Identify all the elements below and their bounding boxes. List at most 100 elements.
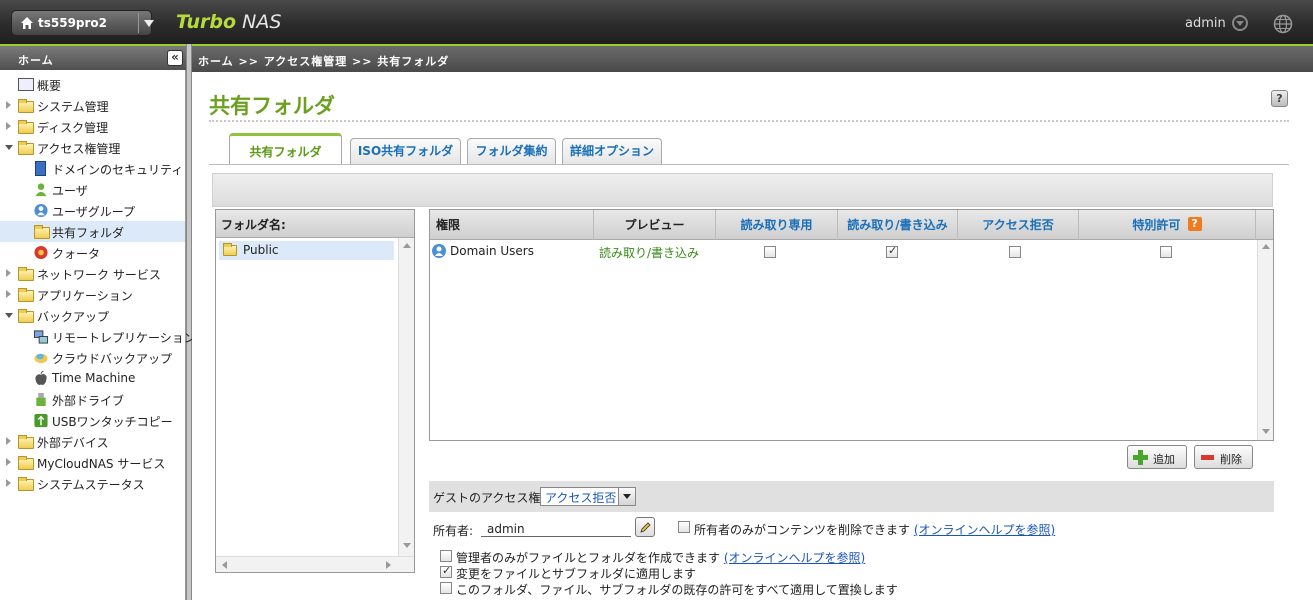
online-help-link[interactable]: (オンラインヘルプを参照)	[914, 523, 1055, 537]
deny-checkbox[interactable]	[1009, 246, 1021, 258]
pencil-icon	[640, 522, 651, 533]
replace-permissions-checkbox[interactable]	[440, 582, 452, 594]
folder-item[interactable]: Public	[219, 241, 394, 260]
expand-icon[interactable]	[6, 269, 11, 277]
main-panel: ホーム >> アクセス権管理 >> 共有フォルダ 共有フォルダ ? 共有フォルダ…	[192, 44, 1313, 600]
sidebar-item-domain-security[interactable]: ドメインのセキュリティ	[0, 158, 185, 179]
sidebar-item-user-groups[interactable]: ユーザグループ	[0, 200, 185, 221]
admin-only-create-checkbox[interactable]	[440, 550, 452, 562]
column-header-read-only[interactable]: 読み取り専用	[716, 210, 838, 240]
scroll-up-icon[interactable]	[1262, 244, 1270, 249]
replication-icon	[33, 330, 49, 344]
user-menu-icon[interactable]	[1232, 15, 1248, 31]
scroll-down-icon[interactable]	[403, 543, 411, 548]
sidebar-item-shared-folders[interactable]: 共有フォルダ	[0, 221, 185, 242]
guest-access-label: ゲストのアクセス権:	[433, 491, 545, 505]
permission-name: Domain Users	[450, 244, 534, 258]
expand-icon[interactable]	[6, 437, 11, 445]
scroll-up-icon[interactable]	[403, 243, 411, 248]
sidebar-item-users[interactable]: ユーザ	[0, 179, 185, 200]
owner-row: 所有者: admin 所有者のみがコンテンツを削除できます (オンラインヘルプを…	[429, 512, 1274, 544]
scroll-down-icon[interactable]	[1262, 429, 1270, 434]
folder-icon	[18, 456, 34, 470]
special-help-icon[interactable]: ?	[1187, 217, 1202, 231]
minus-icon	[1201, 455, 1214, 460]
host-selector[interactable]: ts559pro2	[11, 10, 154, 36]
sidebar-item-external-drive[interactable]: 外部ドライブ	[0, 389, 185, 410]
special-permission-checkbox[interactable]	[1160, 246, 1172, 258]
delete-button[interactable]: 削除	[1194, 445, 1253, 469]
tab-folder-aggregation[interactable]: フォルダ集約	[467, 138, 556, 164]
expand-icon[interactable]	[6, 290, 11, 298]
read-only-checkbox[interactable]	[764, 246, 776, 258]
sidebar-item-time-machine[interactable]: Time Machine	[0, 368, 185, 389]
edit-owner-button[interactable]	[635, 517, 655, 537]
sidebar-nav: 概要 システム管理 ディスク管理 アクセス権管理 ドメインのセキュリティ ユーザ…	[0, 70, 196, 600]
collapse-sidebar-button[interactable]: «	[167, 50, 183, 66]
owner-label: 所有者:	[433, 524, 474, 538]
column-header-permission: 権限	[430, 210, 594, 240]
folder-list-hscrollbar[interactable]	[216, 556, 414, 572]
sidebar-item-disk-admin[interactable]: ディスク管理	[0, 116, 185, 137]
top-bar: ts559pro2 Turbo NAS admin	[0, 0, 1313, 44]
table-row[interactable]: Domain Users 読み取り/書き込み	[430, 241, 1257, 263]
guest-access-select[interactable]: アクセス拒否	[540, 487, 636, 506]
brand-logo: Turbo NAS	[176, 11, 282, 33]
permission-grid-header: 権限 プレビュー 読み取り専用 読み取り/書き込み アクセス拒否 特別許可 ?	[430, 210, 1273, 240]
folder-list-vscrollbar[interactable]	[398, 238, 414, 556]
add-button[interactable]: 追加	[1127, 445, 1187, 469]
owner-only-delete-label: 所有者のみがコンテンツを削除できます (オンラインヘルプを参照)	[694, 523, 1056, 537]
chevron-down-icon[interactable]	[618, 488, 635, 505]
sidebar-item-overview[interactable]: 概要	[0, 74, 185, 95]
sidebar-item-access-admin[interactable]: アクセス権管理	[0, 137, 185, 158]
sidebar-item-applications[interactable]: アプリケーション	[0, 284, 185, 305]
folder-icon	[18, 120, 34, 134]
collapse-icon[interactable]	[5, 145, 13, 150]
tab-advanced-options[interactable]: 詳細オプション	[562, 138, 662, 164]
permission-preview: 読み取り/書き込み	[599, 246, 700, 260]
sidebar-item-backup[interactable]: バックアップ	[0, 305, 185, 326]
chevron-down-icon[interactable]	[144, 20, 154, 27]
sidebar-item-network-services[interactable]: ネットワーク サービス	[0, 263, 185, 284]
tab-iso-shared-folders[interactable]: ISO共有フォルダ	[350, 138, 461, 164]
online-help-link[interactable]: (オンラインヘルプを参照)	[724, 551, 865, 565]
permission-grid-vscrollbar[interactable]	[1257, 240, 1273, 440]
globe-icon[interactable]	[1273, 14, 1293, 34]
sidebar-item-system-admin[interactable]: システム管理	[0, 95, 185, 116]
expand-icon[interactable]	[6, 458, 11, 466]
usb-drive-icon	[36, 392, 46, 407]
help-icon[interactable]: ?	[1271, 90, 1288, 107]
expand-icon[interactable]	[6, 122, 11, 130]
column-header-read-write[interactable]: 読み取り/書き込み	[838, 210, 958, 240]
sidebar-item-system-status[interactable]: システムステータス	[0, 473, 185, 494]
scroll-left-icon[interactable]	[222, 561, 227, 569]
collapse-icon[interactable]	[5, 313, 13, 318]
book-icon	[35, 161, 46, 176]
folder-icon	[223, 243, 237, 256]
apple-icon	[35, 371, 47, 386]
sidebar-item-remote-replication[interactable]: リモートレプリケーション	[0, 326, 196, 347]
read-write-checkbox[interactable]	[886, 244, 898, 258]
scroll-right-icon[interactable]	[386, 561, 391, 569]
apply-to-subfolders-checkbox[interactable]	[440, 564, 452, 578]
sidebar-item-cloud-backup[interactable]: クラウドバックアップ	[0, 347, 185, 368]
expand-icon[interactable]	[6, 479, 11, 487]
user-name[interactable]: admin	[1185, 16, 1226, 31]
breadcrumb: ホーム >> アクセス権管理 >> 共有フォルダ	[192, 44, 1313, 72]
overview-icon	[18, 78, 34, 91]
owner-only-delete-checkbox[interactable]	[678, 521, 690, 533]
folder-open-icon	[18, 141, 34, 155]
column-header-special[interactable]: 特別許可 ?	[1079, 210, 1256, 240]
sidebar-item-mycloudnas[interactable]: MyCloudNAS サービス	[0, 452, 185, 473]
sidebar-title: ホーム	[18, 54, 54, 67]
guest-access-row: ゲストのアクセス権: アクセス拒否	[429, 481, 1274, 512]
sidebar-item-quota[interactable]: クォータ	[0, 242, 185, 263]
shared-folder-icon	[34, 225, 50, 239]
tab-shared-folders[interactable]: 共有フォルダ	[229, 133, 342, 165]
host-name: ts559pro2	[38, 16, 108, 30]
expand-icon[interactable]	[6, 101, 11, 109]
sidebar-item-usb-one-touch-copy[interactable]: USBワンタッチコピー	[0, 410, 185, 431]
sidebar-item-external-devices[interactable]: 外部デバイス	[0, 431, 185, 452]
column-header-deny[interactable]: アクセス拒否	[958, 210, 1079, 240]
owner-field[interactable]: admin	[481, 520, 631, 537]
